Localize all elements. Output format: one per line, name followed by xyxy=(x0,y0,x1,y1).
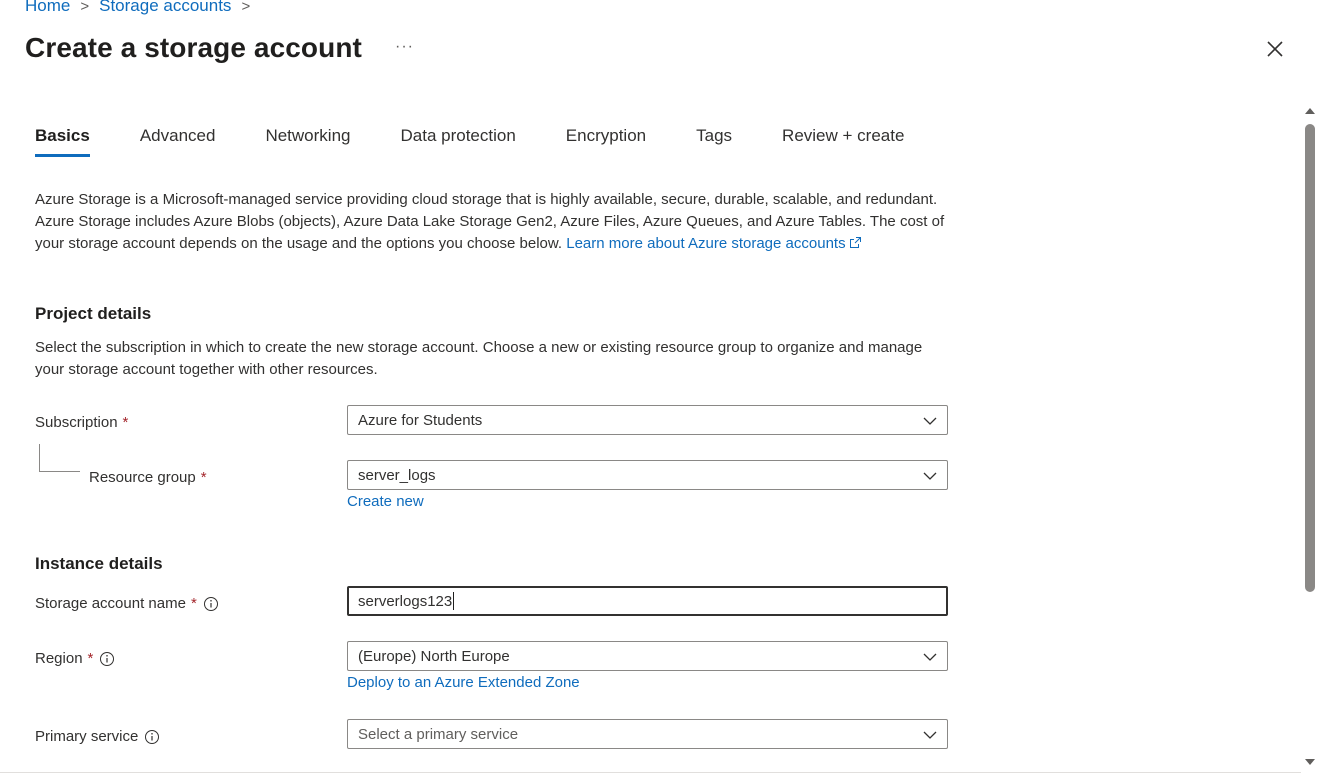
primary-service-label: Primary service xyxy=(35,728,160,745)
text-cursor xyxy=(453,592,455,610)
tab-tags[interactable]: Tags xyxy=(696,126,732,157)
project-details-description: Select the subscription in which to crea… xyxy=(35,339,923,378)
external-link-icon xyxy=(849,237,861,248)
scroll-up-arrow-icon[interactable] xyxy=(1305,106,1315,116)
info-icon[interactable] xyxy=(99,651,115,667)
tree-connector xyxy=(39,444,80,472)
page-title: Create a storage account xyxy=(25,32,362,63)
info-icon[interactable] xyxy=(203,596,219,612)
primary-service-dropdown[interactable]: Select a primary service xyxy=(347,719,948,749)
more-options-button[interactable]: ··· xyxy=(395,38,414,56)
close-button[interactable] xyxy=(1264,38,1286,60)
subscription-label: Subscription * xyxy=(35,414,129,431)
scrollbar-thumb[interactable] xyxy=(1305,124,1315,592)
project-details-heading: Project details xyxy=(35,304,152,323)
info-icon[interactable] xyxy=(144,729,160,745)
storage-account-name-input[interactable]: serverlogs123 xyxy=(347,586,948,616)
chevron-down-icon xyxy=(923,472,937,480)
required-marker: * xyxy=(87,650,94,667)
region-dropdown[interactable]: (Europe) North Europe xyxy=(347,641,948,671)
learn-more-link[interactable]: Learn more about Azure storage accounts xyxy=(566,235,861,252)
breadcrumb: Home > Storage accounts > xyxy=(25,0,260,16)
resource-group-label: Resource group * xyxy=(89,469,207,486)
tab-review-create[interactable]: Review + create xyxy=(782,126,904,157)
required-marker: * xyxy=(122,414,129,431)
tab-networking[interactable]: Networking xyxy=(265,126,350,157)
create-new-resource-group-link[interactable]: Create new xyxy=(347,493,424,510)
subscription-dropdown[interactable]: Azure for Students xyxy=(347,405,948,435)
tab-encryption[interactable]: Encryption xyxy=(566,126,646,157)
tab-bar: Basics Advanced Networking Data protecti… xyxy=(35,126,954,157)
intro-text-block: Azure Storage is a Microsoft-managed ser… xyxy=(35,189,945,255)
instance-details-heading: Instance details xyxy=(35,554,163,573)
storage-account-name-label: Storage account name * xyxy=(35,595,219,612)
chevron-down-icon xyxy=(923,731,937,739)
chevron-right-icon: > xyxy=(80,0,90,15)
tab-data-protection[interactable]: Data protection xyxy=(401,126,516,157)
chevron-down-icon xyxy=(923,653,937,661)
chevron-right-icon: > xyxy=(241,0,251,15)
breadcrumb-home[interactable]: Home xyxy=(25,0,70,16)
breadcrumb-storage-accounts[interactable]: Storage accounts xyxy=(99,0,231,16)
required-marker: * xyxy=(200,469,207,486)
bottom-divider xyxy=(0,772,1301,773)
tab-basics[interactable]: Basics xyxy=(35,126,90,157)
chevron-down-icon xyxy=(923,417,937,425)
required-marker: * xyxy=(190,595,197,612)
region-label: Region * xyxy=(35,650,115,667)
deploy-extended-zone-link[interactable]: Deploy to an Azure Extended Zone xyxy=(347,674,580,691)
vertical-scrollbar[interactable] xyxy=(1301,100,1319,775)
resource-group-dropdown[interactable]: server_logs xyxy=(347,460,948,490)
scroll-down-arrow-icon[interactable] xyxy=(1305,757,1315,767)
tab-advanced[interactable]: Advanced xyxy=(140,126,216,157)
close-icon xyxy=(1267,41,1283,57)
